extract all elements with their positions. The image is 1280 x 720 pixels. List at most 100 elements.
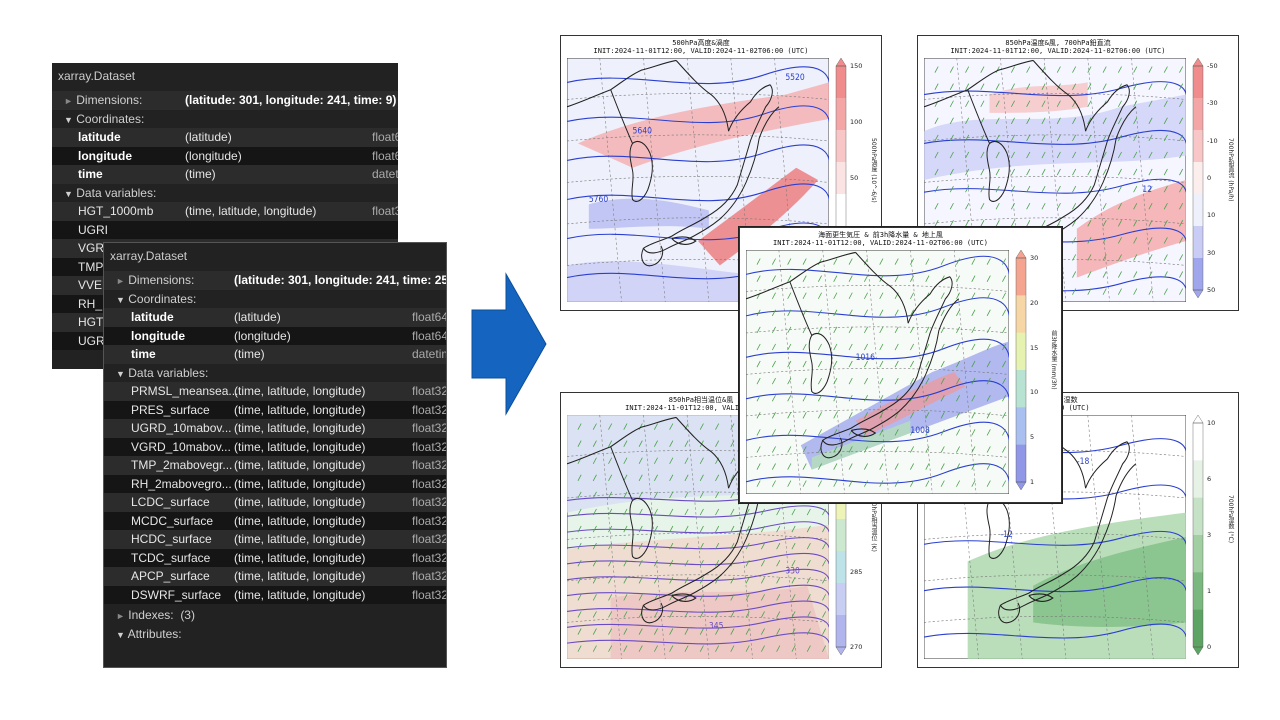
map-subtitle: INIT:2024-11-01T12:00, VALID:2024-11-02T… — [950, 47, 1166, 55]
colorbar — [1015, 250, 1027, 490]
colorbar-tick-label: 5 — [1030, 433, 1035, 442]
map-plot: 1016 1008 — [746, 250, 1009, 494]
data-variable-row[interactable]: HCDC_surface (time, latitude, longitude) f… — [104, 530, 446, 549]
colorbar-tick-label: -30 — [1207, 99, 1218, 108]
dims-label: (longitude) — [185, 148, 242, 163]
data-variable-row[interactable]: UGRD_10mabov... (time, latitude, longitud… — [104, 419, 446, 438]
data-variables-header[interactable]: ▼ Data variables: — [52, 184, 398, 203]
coordinates-header[interactable]: ▼ Coordinates: — [104, 290, 446, 309]
contour-label: 345 — [709, 620, 724, 631]
dims-label: (time, latitude, longitude) — [234, 513, 366, 528]
dtype-label: float32 — [412, 532, 446, 546]
data-variable-row[interactable]: TCDC_surface (time, latitude, longitude) f… — [104, 548, 446, 567]
colorbar-tick-label: 6 — [1207, 475, 1212, 483]
variable-name: PRMSL_meansea... — [131, 384, 239, 398]
dims-label: (time, latitude, longitude) — [234, 569, 366, 583]
data-variable-row[interactable]: APCP_surface (time, latitude, longitude) f… — [104, 567, 446, 586]
indexes-header[interactable]: ► Indexes: (3) — [104, 606, 446, 625]
colorbar-tick-label: 10 — [1030, 388, 1039, 397]
coordinate-row[interactable]: time (time) datetime64[ns — [104, 345, 446, 364]
colorbar-tick-label: 150 — [850, 62, 863, 70]
colorbar-tick-label: 3 — [1207, 531, 1212, 539]
dimensions-value: (latitude: 301, longitude: 241, time: 9) — [185, 93, 397, 107]
data-variable-row[interactable]: LCDC_surface (time, latitude, longitude) f… — [104, 493, 446, 512]
dataset-panel-front: xarray.Dataset ► Dimensions: (latitude: … — [104, 243, 446, 667]
dims-label: (time, latitude, longitude) — [234, 439, 366, 454]
data-variable-row[interactable]: TMP_2mabovegr... (time, latitude, longitu… — [104, 456, 446, 475]
dtype-label: float6 — [372, 130, 398, 144]
coordinate-row[interactable]: time (time) datetime64[n — [52, 165, 398, 184]
dimensions-row[interactable]: ► Dimensions: (latitude: 301, longitude:… — [52, 91, 398, 110]
contour-label: -12 — [1000, 529, 1012, 540]
map-subtitle: INIT:2024-11-01T12:00, VALID:2024-11-02T… — [593, 47, 809, 55]
variable-name: APCP_surface — [131, 569, 210, 583]
dtype-label: float32 — [412, 421, 446, 435]
dimensions-value: (latitude: 301, longitude: 241, time: 25… — [234, 273, 446, 287]
dtype-label: float64 — [412, 328, 446, 343]
variable-name: UGRD_10mabov... — [131, 421, 232, 435]
colorbar-tick-label: 20 — [1030, 298, 1039, 307]
dtype-label: float32 — [412, 402, 446, 417]
coordinate-name: time — [78, 167, 103, 181]
contour-label: 1016 — [856, 351, 875, 362]
data-variable-row[interactable]: RH_2mabovegro... (time, latitude, longitu… — [104, 474, 446, 493]
coordinate-name: time — [131, 347, 156, 361]
colorbar-tick-label: 30 — [1207, 248, 1216, 257]
data-variable-row[interactable]: MCDC_surface (time, latitude, longitude) f… — [104, 511, 446, 530]
dtype-label: float32 — [412, 458, 446, 472]
colorbar-tick-label: 285 — [850, 568, 863, 577]
data-variable-row[interactable]: VGRD_10mabov... (time, latitude, longitud… — [104, 437, 446, 456]
dims-label: (time) — [234, 347, 265, 361]
attributes-header[interactable]: ▼ Attributes: — [104, 625, 446, 644]
data-variable-row[interactable]: HGT_1000mb (time, latitude, longitude) flo… — [52, 202, 398, 221]
dtype-label: float32 — [412, 439, 446, 454]
dims-label: (latitude) — [185, 130, 232, 144]
colorbar-tick-label: 50 — [850, 174, 859, 182]
map-subtitle: INIT:2024-11-01T12:00, VALID:2024-11-02T… — [773, 239, 988, 247]
colorbar-tick-label: 10 — [1207, 419, 1216, 427]
dtype-label: float32 — [412, 550, 446, 565]
coordinate-row[interactable]: latitude (latitude) float6 — [52, 128, 398, 147]
dtype-label: float32 — [412, 384, 446, 398]
dims-label: (longitude) — [234, 328, 291, 343]
map-title: 850hPa温度&風, 700hPa鉛直流 — [1005, 39, 1111, 47]
variable-name: TMP_2mabovegr... — [131, 458, 233, 472]
data-variable-row[interactable]: UGRI — [52, 220, 398, 239]
data-variables-header[interactable]: ▼ Data variables: — [104, 364, 446, 383]
contour-label: -18 — [1077, 455, 1089, 466]
contour-label: 1008 — [910, 425, 929, 436]
dtype-label: float64 — [412, 310, 446, 324]
dimensions-row[interactable]: ► Dimensions: (latitude: 301, longitude:… — [104, 271, 446, 290]
variable-name: TCDC_surface — [131, 550, 211, 565]
contour-label: 12 — [1142, 184, 1152, 195]
colorbar-label: 500hPa渦度 (10^-6/s) — [870, 138, 877, 203]
dims-label: (time, latitude, longitude) — [234, 384, 366, 398]
colorbar-tick-label: 50 — [1207, 286, 1216, 294]
right-arrow-icon — [471, 272, 547, 416]
dims-label: (time, latitude, longitude) — [234, 458, 366, 472]
dimensions-label: ► Dimensions: — [64, 93, 143, 107]
variable-name: TMP — [78, 259, 104, 274]
coordinate-row[interactable]: longitude (longitude) float6 — [52, 146, 398, 165]
variable-name: UGR — [78, 333, 105, 348]
coordinate-row[interactable]: latitude (latitude) float64 — [104, 308, 446, 327]
colorbar-tick-label: -50 — [1207, 62, 1218, 70]
dtype-label: datetime64[ns — [412, 347, 446, 361]
dims-label: (time, latitude, longitude) — [234, 550, 366, 565]
dtype-label: float6 — [372, 148, 398, 163]
map-panel-sea-level-pressure-precip[interactable]: 海面更生気圧 & 前3h降水量 & 地上風 INIT:2024-11-01T12:… — [739, 227, 1062, 503]
data-variable-row[interactable]: DSWRF_surface (time, latitude, longitude)… — [104, 585, 446, 604]
contour-label: 330 — [785, 565, 800, 576]
colorbar-tick-label: 0 — [1207, 643, 1212, 651]
data-variable-row[interactable]: PRMSL_meansea... (time, latitude, longitu… — [104, 382, 446, 401]
dims-label: (time, latitude, longitude) — [234, 476, 366, 491]
coordinate-row[interactable]: longitude (longitude) float64 — [104, 326, 446, 345]
data-variable-row[interactable]: PRES_surface (time, latitude, longitude) f… — [104, 400, 446, 419]
coordinate-name: longitude — [78, 148, 132, 163]
dims-label: (time) — [185, 167, 216, 181]
colorbar — [1192, 415, 1204, 655]
coordinate-name: latitude — [131, 310, 174, 324]
variable-name: DSWRF_surface — [131, 587, 222, 602]
dtype-label: float32 — [412, 569, 446, 583]
coordinates-header[interactable]: ▼ Coordinates: — [52, 110, 398, 129]
